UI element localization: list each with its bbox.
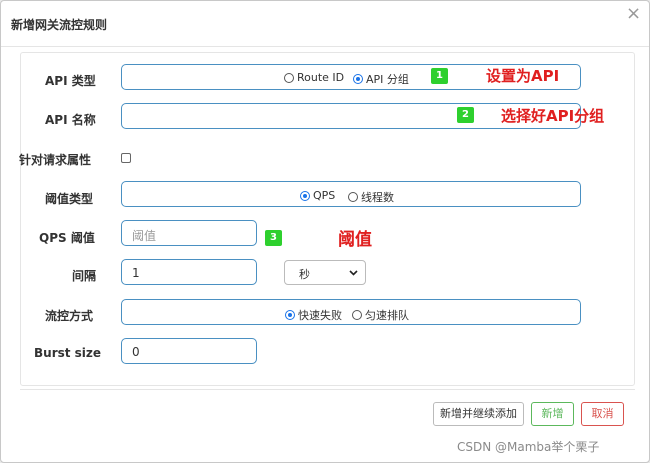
request-attr-checkbox[interactable] <box>121 153 131 163</box>
radio-route-id-label: Route ID <box>297 71 345 84</box>
radio-api-group-label: API 分组 <box>366 73 409 86</box>
control-mode-label: 流控方式 <box>45 309 94 323</box>
chevron-down-icon <box>349 270 358 276</box>
close-icon[interactable]: × <box>626 5 641 23</box>
threshold-type-field: QPS 线程数 <box>121 181 581 207</box>
flow-rule-dialog: 新增网关流控规则 × API 类型 Route ID API 分组 1 设置为A… <box>0 0 650 463</box>
radio-thread-count-label: 线程数 <box>361 191 394 204</box>
interval-unit-value: 秒 <box>299 268 310 281</box>
threshold-type-label: 阈值类型 <box>45 192 94 206</box>
radio-qps[interactable]: QPS <box>300 189 335 202</box>
radio-thread-count-dot[interactable] <box>348 192 358 202</box>
radio-qps-label: QPS <box>313 189 336 202</box>
qps-threshold-label: QPS 阈值 <box>39 231 95 245</box>
radio-api-group[interactable]: API 分组 <box>353 71 409 87</box>
footer-divider <box>20 389 635 390</box>
annotation-badge-1: 1 <box>431 68 448 84</box>
cancel-button[interactable]: 取消 <box>581 402 624 426</box>
dialog-header: 新增网关流控规则 × <box>1 1 649 47</box>
add-button[interactable]: 新增 <box>531 402 574 426</box>
annotation-note-3: 阈值 <box>338 230 372 250</box>
radio-route-id[interactable]: Route ID <box>284 71 344 84</box>
radio-route-id-dot[interactable] <box>284 72 294 83</box>
burst-size-label: Burst size <box>34 346 102 360</box>
radio-qps-dot[interactable] <box>300 190 310 201</box>
radio-rate-limiter[interactable]: 匀速排队 <box>352 307 409 323</box>
radio-fast-fail-dot[interactable] <box>285 310 295 320</box>
burst-size-input[interactable]: 0 <box>121 338 257 364</box>
annotation-note-2: 选择好API分组 <box>501 107 605 125</box>
radio-fast-fail[interactable]: 快速失败 <box>285 307 342 323</box>
radio-thread-count[interactable]: 线程数 <box>348 189 394 205</box>
interval-unit-select[interactable]: 秒 <box>284 260 366 285</box>
api-name-label: API 名称 <box>45 113 96 127</box>
radio-rate-limiter-label: 匀速排队 <box>365 309 409 322</box>
qps-threshold-placeholder: 阈值 <box>132 229 157 243</box>
annotation-note-1: 设置为API <box>486 67 560 85</box>
annotation-badge-3: 3 <box>265 230 282 246</box>
radio-fast-fail-label: 快速失败 <box>298 309 342 322</box>
request-attr-label: 针对请求属性 <box>19 153 92 167</box>
interval-input[interactable]: 1 <box>121 259 257 285</box>
interval-value: 1 <box>132 266 140 280</box>
interval-label: 间隔 <box>72 269 97 283</box>
radio-api-group-dot[interactable] <box>353 74 363 84</box>
radio-rate-limiter-dot[interactable] <box>352 310 362 320</box>
api-type-label: API 类型 <box>45 74 96 88</box>
burst-size-value: 0 <box>132 345 140 359</box>
watermark: CSDN @Mamba举个栗子 <box>457 440 600 454</box>
add-and-continue-button[interactable]: 新增并继续添加 <box>433 402 524 426</box>
control-mode-field: 快速失败 匀速排队 <box>121 299 581 325</box>
annotation-badge-2: 2 <box>457 107 474 123</box>
dialog-title: 新增网关流控规则 <box>11 18 108 32</box>
qps-threshold-input[interactable]: 阈值 <box>121 220 257 246</box>
